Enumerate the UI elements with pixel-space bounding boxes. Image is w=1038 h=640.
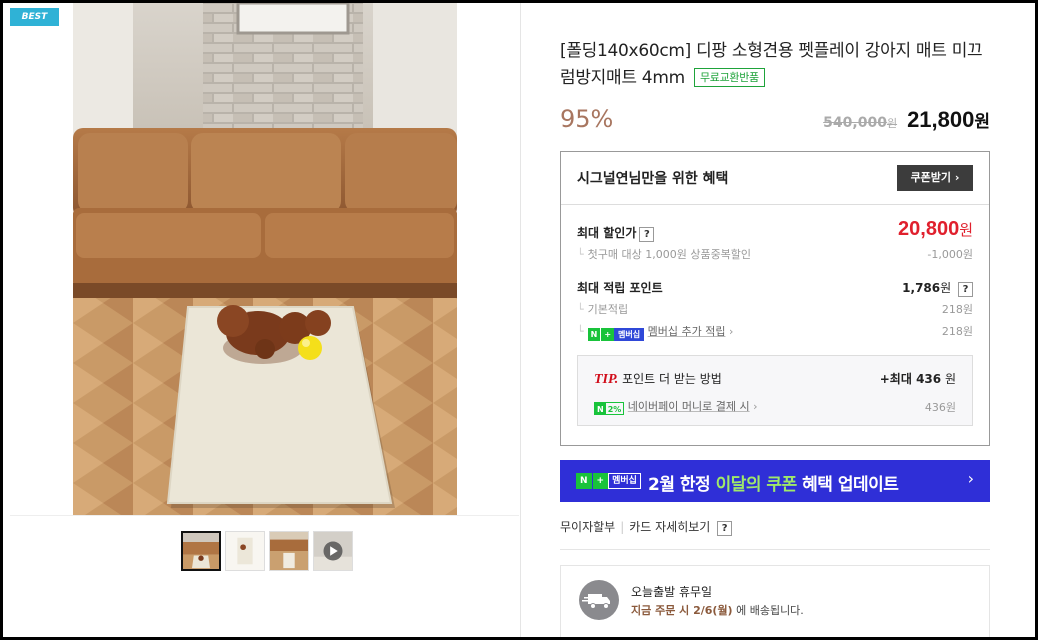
product-title-text: [폴딩140x60cm] 디팡 소형견용 펫플레이 강아지 매트 미끄럼방지매트…	[560, 41, 983, 88]
card-detail-link[interactable]: 카드 자세히보기	[629, 520, 710, 534]
max-points-unit: 원	[940, 281, 952, 295]
tip-label: TIP.	[594, 372, 619, 387]
promo-text-suffix: 혜택 업데이트	[796, 475, 899, 495]
thumbnail-2[interactable]	[225, 531, 265, 571]
truck-icon	[579, 580, 619, 620]
original-price-currency: 원	[886, 117, 898, 130]
npay-mark-member: 멤버십	[614, 328, 645, 341]
benefit-title: 시그널연님만을 위한 혜택	[577, 171, 729, 187]
npay-mark-n: N	[587, 328, 601, 341]
max-points-amount: 1,786	[902, 281, 941, 295]
branch-icon: └	[577, 303, 584, 316]
delivery-sub: 지금 주문 시 2/6(월) 에 배송됩니다.	[631, 602, 804, 618]
npay-money-link[interactable]: 네이버페이 머니로 결제 시	[628, 400, 750, 413]
max-discount-label: 최대 할인가	[577, 226, 637, 240]
chevron-right-icon: ›	[967, 469, 974, 488]
npay-mark-plus: +	[600, 328, 615, 341]
product-photo	[73, 3, 457, 515]
basic-points-value: 218원	[941, 303, 973, 316]
max-points-value: 1,786원 ?	[902, 279, 973, 297]
basic-points-label: 기본적립	[587, 303, 629, 316]
basic-points-row: └ 기본적립 218원	[577, 301, 973, 317]
npay-money-badge-n: N	[595, 403, 606, 414]
max-points-row: 최대 적립 포인트 1,786원 ?	[577, 279, 973, 297]
chevron-right-icon: ›	[728, 325, 734, 338]
delivery-box: 오늘출발 휴무일 지금 주문 시 2/6(월) 에 배송됩니다.	[560, 565, 990, 637]
promo-text-prefix: 2월 한정	[648, 475, 716, 495]
delivery-title: 오늘출발 휴무일	[631, 585, 713, 599]
delivery-date: 지금 주문 시 2/6(월)	[631, 604, 733, 617]
benefit-box: 시그널연님만을 위한 혜택 쿠폰받기 › 최대 할인가? 20,800원 └ 첫구…	[560, 151, 990, 446]
branch-icon: └	[577, 325, 584, 338]
promo-text-highlight: 이달의 쿠폰	[715, 475, 798, 495]
discount-rate: 95%	[560, 105, 614, 133]
product-gallery: BEST	[3, 3, 521, 637]
delivery-sub-rest: 에 배송됩니다.	[732, 604, 804, 617]
tip-text: 포인트 더 받는 방법	[622, 372, 722, 386]
thumbnail-1[interactable]	[181, 531, 221, 571]
max-discount-currency: 원	[959, 221, 973, 239]
tip-box: TIP. 포인트 더 받는 방법 +최대 436 원 N 2% 네이버페이 머니…	[577, 355, 973, 426]
npay-money-badge-pct: 2%	[607, 405, 622, 414]
npay-money-icon: N 2%	[594, 402, 625, 415]
max-discount-amount: 20,800	[898, 218, 960, 240]
help-icon[interactable]: ?	[639, 227, 655, 242]
naver-membership-icon: N + 멤버십	[576, 473, 641, 489]
sale-price-currency: 원	[974, 112, 990, 132]
max-points-label: 최대 적립 포인트	[577, 281, 663, 295]
membership-points-value: 218원	[941, 325, 973, 338]
product-main-image[interactable]	[73, 3, 457, 515]
price-row: 95% 540,000원 21,800원	[560, 103, 990, 139]
best-badge: BEST	[10, 8, 59, 26]
npay-money-row: N 2% 네이버페이 머니로 결제 시 ›	[594, 398, 758, 415]
max-discount-row: 최대 할인가? 20,800원	[577, 218, 973, 242]
sale-price-amount: 21,800	[907, 107, 975, 132]
thumbnail-strip	[181, 531, 353, 571]
first-purchase-label: 첫구매 대상 1,000원 상품중복할인	[587, 248, 752, 261]
promo-mark-plus: +	[591, 473, 609, 489]
first-purchase-row: └ 첫구매 대상 1,000원 상품중복할인 -1,000원	[577, 246, 973, 262]
tip-max-amount: +최대 436	[879, 372, 942, 386]
gallery-divider	[10, 515, 519, 516]
product-title: [폴딩140x60cm] 디팡 소형견용 펫플레이 강아지 매트 미끄럼방지매트…	[560, 38, 985, 92]
max-discount-price: 20,800원	[898, 218, 973, 241]
sale-price: 21,800원	[907, 107, 990, 133]
thumbnail-video[interactable]	[313, 531, 353, 571]
tip-max-unit: 원	[944, 372, 956, 386]
promo-text: 2월 한정 이달의 쿠폰 혜택 업데이트	[648, 470, 899, 495]
chevron-right-icon: ›	[753, 400, 758, 413]
separator: |	[620, 520, 625, 534]
divider	[560, 549, 990, 550]
thumbnail-3[interactable]	[269, 531, 309, 571]
help-icon[interactable]: ?	[958, 282, 973, 297]
tip-max: +최대 436 원	[880, 370, 956, 387]
free-exchange-badge: 무료교환반품	[693, 68, 765, 87]
promo-mark-n: N	[576, 473, 592, 489]
membership-points-row: └ N + 멤버십 멤버십 추가 적립 › 218원	[577, 323, 973, 341]
get-coupon-label: 쿠폰받기	[910, 171, 952, 184]
payment-info: 무이자할부 | 카드 자세히보기 ?	[560, 518, 733, 536]
branch-icon: └	[577, 248, 584, 261]
installment-link[interactable]: 무이자할부	[560, 520, 615, 534]
chevron-right-icon: ›	[954, 171, 960, 184]
get-coupon-button[interactable]: 쿠폰받기 ›	[897, 165, 973, 191]
first-purchase-value: -1,000원	[927, 248, 973, 261]
page-frame: BEST [폴딩140x60cm] 디팡 소형견용 펫플레이 강아지 매트 미끄…	[3, 3, 1035, 637]
original-price: 540,000원	[823, 115, 897, 131]
original-price-amount: 540,000	[823, 115, 887, 131]
npay-membership-icon: N + 멤버십	[587, 328, 645, 341]
npay-money-value: 436원	[924, 401, 956, 414]
membership-points-link[interactable]: 멤버십 추가 적립	[648, 325, 726, 338]
benefit-header: 시그널연님만을 위한 혜택 쿠폰받기 ›	[561, 152, 989, 205]
help-icon[interactable]: ?	[717, 521, 733, 536]
promo-mark-member: 멤버십	[608, 473, 641, 489]
monthly-coupon-banner[interactable]: N + 멤버십 2월 한정 이달의 쿠폰 혜택 업데이트 ›	[560, 460, 990, 502]
